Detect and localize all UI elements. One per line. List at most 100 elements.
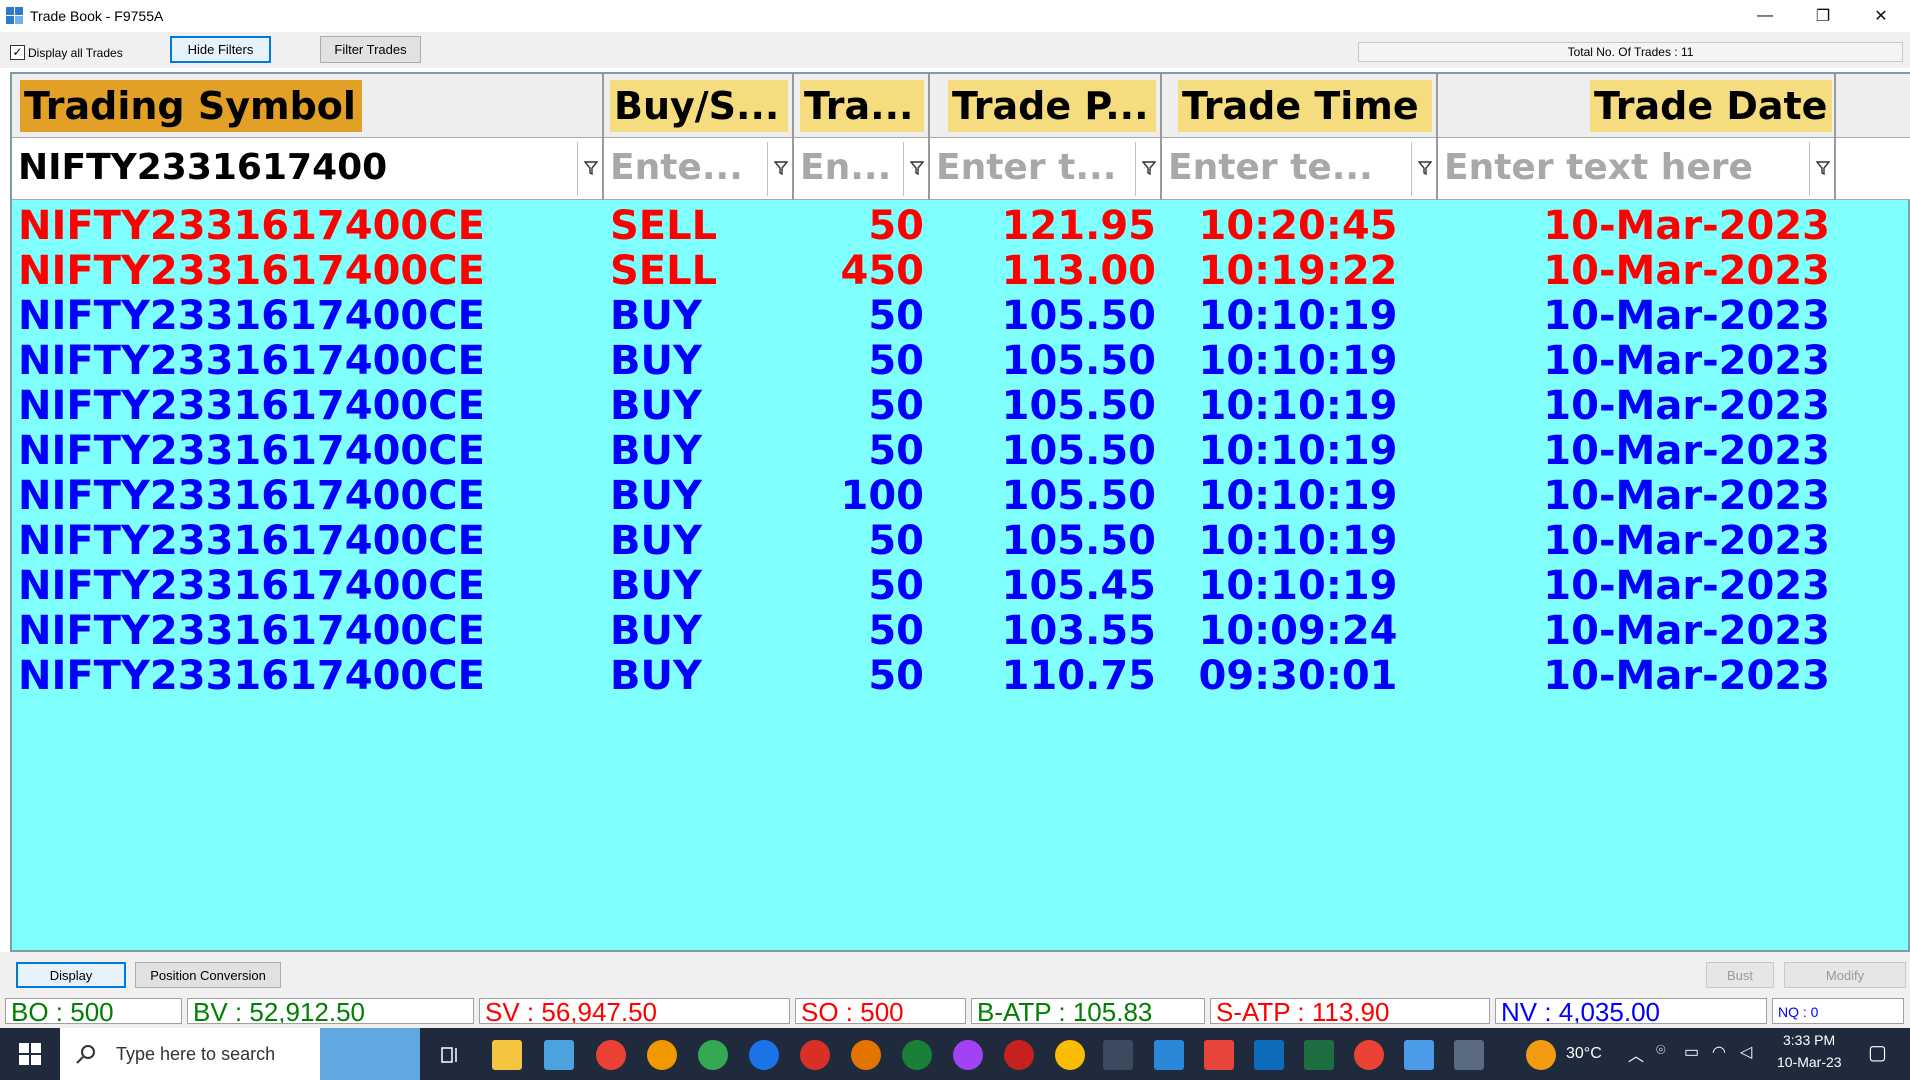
cell-side: BUY [610, 473, 702, 519]
meet-now-icon[interactable]: ⌾ [1656, 1042, 1666, 1060]
filter-cell-buy-sell[interactable]: Ente... [604, 138, 794, 200]
taskbar-search-box[interactable]: Type here to search [60, 1028, 420, 1080]
filter-input-trade-date[interactable]: Enter text here [1444, 145, 1794, 191]
chrome-icon-3[interactable] [698, 1040, 728, 1070]
modify-button[interactable]: Modify [1784, 962, 1906, 988]
cell-price: 105.50 [1001, 473, 1156, 519]
cell-symbol: NIFTY2331617400CE [18, 428, 485, 474]
filter-input-trade-price[interactable]: Enter t... [936, 145, 1132, 191]
app-icon-blue[interactable] [1254, 1040, 1284, 1070]
column-header-label: Trade Date [1590, 80, 1832, 132]
app-window-icon[interactable] [544, 1040, 574, 1070]
charting-app-icon[interactable] [1204, 1040, 1234, 1070]
volume-icon[interactable]: ◁ [1740, 1042, 1752, 1062]
table-row[interactable]: NIFTY2331617400CE BUY 50 105.50 10:10:19 10-M… [12, 384, 1910, 429]
clock-time[interactable]: 3:33 PM [1783, 1032, 1835, 1048]
maximize-button[interactable]: ❐ [1794, 0, 1852, 32]
cell-time: 10:09:24 [1198, 608, 1398, 654]
cell-time: 10:10:19 [1198, 383, 1398, 429]
column-header-trade-qty[interactable]: Tra... [794, 74, 930, 138]
table-row[interactable]: NIFTY2331617400CE BUY 50 105.50 10:10:19 10-M… [12, 294, 1910, 339]
cell-price: 113.00 [1001, 248, 1156, 294]
cell-side: SELL [610, 248, 718, 294]
minimize-button[interactable]: — [1736, 0, 1794, 32]
stat-b-atp: B-ATP : 105.83 [971, 998, 1205, 1024]
stat-sv: SV : 56,947.50 [479, 998, 790, 1024]
filter-cell-trading-symbol[interactable]: NIFTY2331617400 [12, 138, 604, 200]
cell-symbol: NIFTY2331617400CE [18, 203, 485, 249]
chrome-icon-6[interactable] [851, 1040, 881, 1070]
notification-icon[interactable]: ▢ [1868, 1040, 1887, 1065]
cell-symbol: NIFTY2331617400CE [18, 293, 485, 339]
column-header-trading-symbol[interactable]: Trading Symbol [12, 74, 604, 138]
table-row[interactable]: NIFTY2331617400CE BUY 50 105.50 10:10:19 10-M… [12, 429, 1910, 474]
cell-side: BUY [610, 518, 702, 564]
excel-icon[interactable] [1304, 1040, 1334, 1070]
filter-funnel-icon[interactable] [584, 160, 598, 176]
chrome-icon-4[interactable] [749, 1040, 779, 1070]
clock-date[interactable]: 10-Mar-23 [1777, 1054, 1842, 1070]
table-row[interactable]: NIFTY2331617400CE BUY 50 105.45 10:10:19 10-M… [12, 564, 1910, 609]
column-header-trade-price[interactable]: Trade P... [930, 74, 1162, 138]
table-row[interactable]: NIFTY2331617400CE BUY 50 110.75 09:30:01 10-M… [12, 654, 1910, 699]
filter-input-trade-time[interactable]: Enter te... [1168, 145, 1396, 191]
column-header-trade-date[interactable]: Trade Date [1438, 74, 1836, 138]
table-row[interactable]: NIFTY2331617400CE SELL 450 113.00 10:19:22 10… [12, 249, 1910, 294]
trading-app-icon[interactable] [1103, 1040, 1133, 1070]
filter-input-trading-symbol[interactable]: NIFTY2331617400 [18, 145, 418, 191]
filter-funnel-icon[interactable] [1816, 160, 1830, 176]
chrome-icon-8[interactable] [953, 1040, 983, 1070]
filter-cell-trade-date[interactable]: Enter text here [1438, 138, 1836, 200]
chrome-icon-1[interactable] [596, 1040, 626, 1070]
chrome-icon-7[interactable] [902, 1040, 932, 1070]
total-trades-count: Total No. Of Trades : 11 [1358, 42, 1903, 62]
chrome-icon-10[interactable] [1055, 1040, 1085, 1070]
stat-bo: BO : 500 [5, 998, 182, 1024]
filter-cell-trade-qty[interactable]: En... [794, 138, 930, 200]
table-row[interactable]: NIFTY2331617400CE SELL 50 121.95 10:20:45 10-… [12, 204, 1910, 249]
table-row[interactable]: NIFTY2331617400CE BUY 100 105.50 10:10:19 10-… [12, 474, 1910, 519]
filter-funnel-icon[interactable] [1418, 160, 1432, 176]
cell-price: 105.50 [1001, 428, 1156, 474]
filter-funnel-icon[interactable] [1142, 160, 1156, 176]
cell-date: 10-Mar-2023 [1543, 338, 1830, 384]
column-header-buy-sell[interactable]: Buy/S... [604, 74, 794, 138]
column-header-trade-time[interactable]: Trade Time [1162, 74, 1438, 138]
trades-grid[interactable]: Trading Symbol Buy/S... Tra... Trade P..… [10, 72, 1910, 952]
filter-input-buy-sell[interactable]: Ente... [610, 145, 750, 191]
calculator-icon[interactable] [1454, 1040, 1484, 1070]
chrome-icon-2[interactable] [647, 1040, 677, 1070]
filter-input-trade-qty[interactable]: En... [800, 145, 898, 191]
cell-time: 10:10:19 [1198, 563, 1398, 609]
cell-date: 10-Mar-2023 [1543, 248, 1830, 294]
weather-icon[interactable] [1526, 1040, 1556, 1070]
table-row[interactable]: NIFTY2331617400CE BUY 50 105.50 10:10:19 10-M… [12, 339, 1910, 384]
start-button[interactable] [0, 1028, 60, 1080]
position-conversion-button[interactable]: Position Conversion [135, 962, 281, 988]
display-button[interactable]: Display [16, 962, 126, 988]
table-row[interactable]: NIFTY2331617400CE BUY 50 103.55 10:09:24 10-M… [12, 609, 1910, 654]
bust-button[interactable]: Bust [1706, 962, 1774, 988]
chrome-icon-9[interactable] [1004, 1040, 1034, 1070]
filter-funnel-icon[interactable] [910, 160, 924, 176]
bottom-panel: Display Position Conversion Bust Modify … [0, 952, 1910, 1028]
filter-cell-trade-time[interactable]: Enter te... [1162, 138, 1438, 200]
table-row[interactable]: NIFTY2331617400CE BUY 50 105.50 10:10:19 10-M… [12, 519, 1910, 564]
filter-trades-button[interactable]: Filter Trades [320, 36, 421, 63]
filter-cell-trade-price[interactable]: Enter t... [930, 138, 1162, 200]
close-button[interactable]: ✕ [1852, 0, 1910, 32]
wifi-icon[interactable]: ◠ [1712, 1042, 1726, 1062]
hide-filters-button[interactable]: Hide Filters [170, 36, 271, 63]
chrome-icon-5[interactable] [800, 1040, 830, 1070]
filter-funnel-icon[interactable] [774, 160, 788, 176]
display-all-trades-checkbox[interactable]: ✓ [10, 45, 25, 60]
cell-price: 105.50 [1001, 383, 1156, 429]
remote-desktop-icon[interactable] [1154, 1040, 1184, 1070]
battery-icon[interactable]: ▭ [1684, 1042, 1699, 1062]
display-all-trades-checkbox-wrap[interactable]: ✓ Display all Trades [10, 45, 123, 60]
chevron-up-icon[interactable]: ︿ [1628, 1042, 1644, 1066]
task-view-icon[interactable] [436, 1040, 466, 1070]
chrome-icon-11[interactable] [1354, 1040, 1384, 1070]
file-explorer-icon[interactable] [492, 1040, 522, 1070]
photos-icon[interactable] [1404, 1040, 1434, 1070]
